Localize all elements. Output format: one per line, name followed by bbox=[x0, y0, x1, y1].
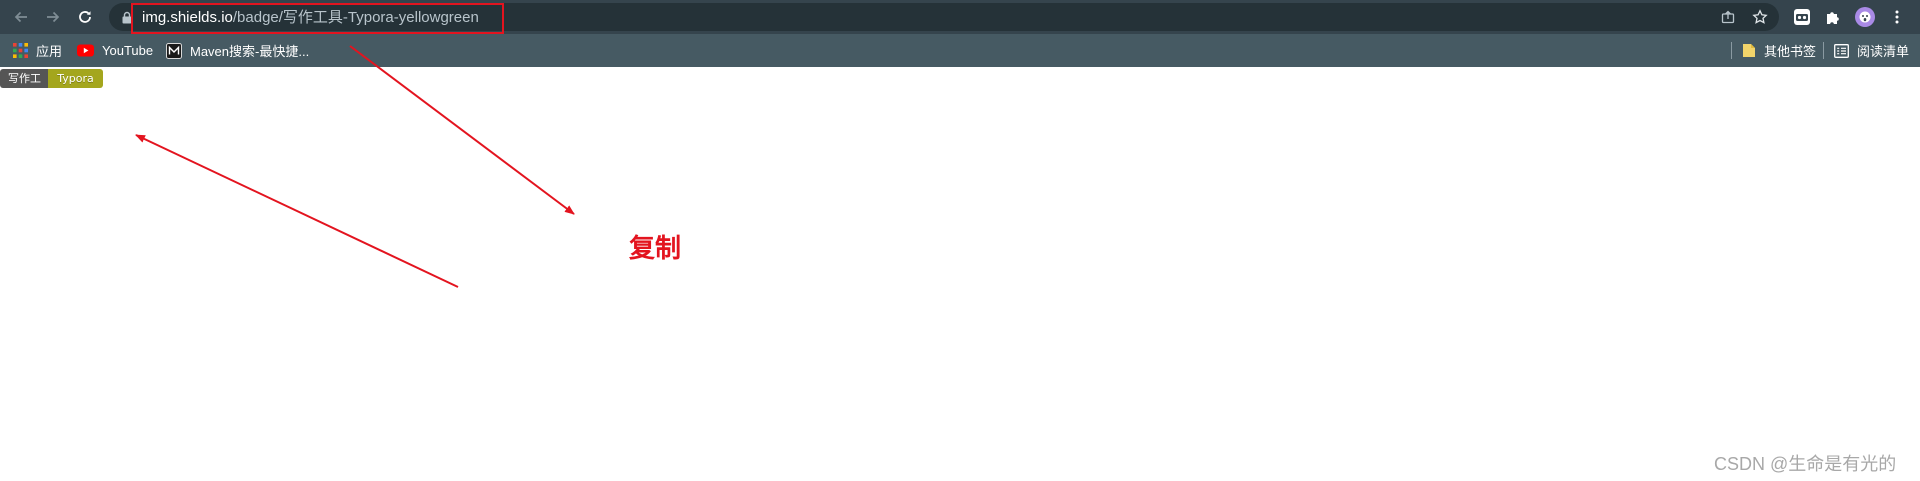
shields-badge: 写作工具 Typora bbox=[0, 69, 103, 88]
apps-grid-icon bbox=[13, 43, 28, 58]
kebab-menu-icon bbox=[1895, 10, 1899, 24]
star-icon bbox=[1752, 9, 1768, 24]
arrow-to-badge bbox=[135, 134, 459, 288]
avatar bbox=[1855, 7, 1875, 27]
extension-icon bbox=[1794, 9, 1810, 25]
bookmarks-divider bbox=[1823, 42, 1824, 59]
browser-menu-button[interactable] bbox=[1885, 5, 1909, 29]
bookmark-apps[interactable]: 应用 bbox=[13, 34, 62, 67]
bookmark-maven[interactable]: Maven搜索-最快捷... bbox=[166, 34, 309, 67]
share-icon bbox=[1721, 10, 1735, 24]
reading-list-label: 阅读清单 bbox=[1857, 44, 1910, 59]
copy-annotation: 复制 bbox=[629, 234, 682, 264]
bookmark-star-button[interactable] bbox=[1750, 7, 1770, 27]
arrow-left-icon bbox=[14, 11, 27, 23]
profile-button[interactable] bbox=[1853, 5, 1877, 29]
forward-button[interactable] bbox=[41, 5, 65, 29]
badge-message: Typora bbox=[48, 69, 103, 88]
annotation-arrows bbox=[135, 45, 575, 288]
reload-button[interactable] bbox=[73, 5, 97, 29]
back-button[interactable] bbox=[9, 5, 33, 29]
bookmark-label: 应用 bbox=[36, 44, 63, 59]
reading-list[interactable]: 阅读清单 bbox=[1834, 34, 1909, 67]
reading-list-icon bbox=[1834, 43, 1849, 58]
other-bookmarks[interactable]: 其他书签 bbox=[1742, 34, 1816, 67]
extension-button[interactable] bbox=[1790, 5, 1814, 29]
bookmarks-bar: 应用 YouTube Maven搜索-最快捷... 其他书签 阅读清单 bbox=[0, 34, 1920, 67]
bookmark-youtube[interactable]: YouTube bbox=[77, 34, 153, 67]
folder-icon bbox=[1742, 43, 1756, 58]
bookmark-label: Maven搜索-最快捷... bbox=[190, 44, 310, 59]
arrow-to-copy-label bbox=[349, 45, 575, 215]
share-button[interactable] bbox=[1718, 7, 1738, 27]
puzzle-icon bbox=[1827, 12, 1839, 24]
watermark: CSDN @生命是有光的 bbox=[1714, 454, 1897, 474]
arrow-right-icon bbox=[47, 11, 60, 23]
extensions-menu-button[interactable] bbox=[1821, 5, 1845, 29]
other-bookmarks-label: 其他书签 bbox=[1764, 44, 1817, 59]
bookmarks-divider bbox=[1731, 42, 1732, 59]
youtube-icon bbox=[77, 44, 94, 57]
maven-icon bbox=[166, 42, 182, 59]
profile-face-icon bbox=[1859, 11, 1871, 23]
reload-icon bbox=[79, 11, 91, 23]
url-highlight-box bbox=[131, 3, 504, 34]
bookmark-label: YouTube bbox=[102, 43, 154, 58]
badge-label: 写作工具 bbox=[0, 69, 48, 88]
browser-window: img.shields.io/badge/写作工具-Typora-yellowg… bbox=[0, 0, 1920, 481]
